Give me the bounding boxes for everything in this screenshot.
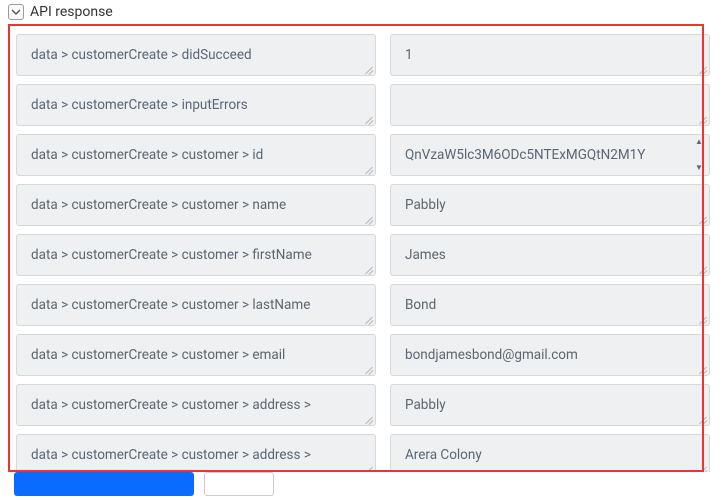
response-value[interactable]: Pabbly	[390, 384, 710, 426]
response-key[interactable]: data > customerCreate > customer > email	[16, 334, 376, 376]
response-row: data > customerCreate > customer > addre…	[12, 430, 718, 472]
secondary-action-button[interactable]	[204, 472, 274, 496]
response-key[interactable]: data > customerCreate > customer > first…	[16, 234, 376, 276]
resize-handle-icon[interactable]	[698, 265, 707, 274]
response-row: data > customerCreate > customer > lastN…	[12, 280, 718, 330]
response-value[interactable]	[390, 84, 710, 126]
response-value[interactable]: 1	[390, 34, 710, 76]
response-scroll[interactable]: data > customerCreate > didSucceed1data …	[8, 24, 718, 472]
action-bar	[14, 468, 274, 500]
response-row: data > customerCreate > customer > addre…	[12, 380, 718, 430]
response-key[interactable]: data > customerCreate > customer > addre…	[16, 384, 376, 426]
resize-handle-icon[interactable]	[364, 415, 373, 424]
resize-handle-icon[interactable]	[698, 465, 707, 472]
chevron-down-icon[interactable]: ▼	[692, 164, 706, 172]
response-value[interactable]: bondjamesbond@gmail.com	[390, 334, 710, 376]
response-row: data > customerCreate > customer > name P…	[12, 180, 718, 230]
section-title: API response	[30, 4, 113, 20]
resize-handle-icon[interactable]	[698, 115, 707, 124]
response-value[interactable]: Bond	[390, 284, 710, 326]
resize-handle-icon[interactable]	[698, 65, 707, 74]
response-row: data > customerCreate > customer > email…	[12, 330, 718, 380]
resize-handle-icon[interactable]	[364, 115, 373, 124]
resize-handle-icon[interactable]	[698, 215, 707, 224]
response-value[interactable]: James	[390, 234, 710, 276]
resize-handle-icon[interactable]	[364, 365, 373, 374]
chevron-up-icon[interactable]: ▲	[692, 138, 706, 146]
resize-handle-icon[interactable]	[364, 465, 373, 472]
response-key[interactable]: data > customerCreate > customer > id	[16, 134, 376, 176]
resize-handle-icon[interactable]	[364, 215, 373, 224]
resize-handle-icon[interactable]	[364, 65, 373, 74]
primary-action-button[interactable]	[14, 472, 194, 496]
response-key[interactable]: data > customerCreate > inputErrors	[16, 84, 376, 126]
resize-handle-icon[interactable]	[698, 315, 707, 324]
section-header: API response	[0, 0, 726, 24]
resize-handle-icon[interactable]	[364, 265, 373, 274]
response-row: data > customerCreate > didSucceed 1	[12, 30, 718, 80]
response-key[interactable]: data > customerCreate > didSucceed	[16, 34, 376, 76]
resize-handle-icon[interactable]	[698, 415, 707, 424]
response-row: data > customerCreate > customer > idQnV…	[12, 130, 718, 180]
value-stepper[interactable]: ▲▼	[692, 138, 706, 172]
chevron-down-icon	[11, 7, 21, 17]
resize-handle-icon[interactable]	[364, 315, 373, 324]
response-key[interactable]: data > customerCreate > customer > name	[16, 184, 376, 226]
response-value[interactable]: Pabbly	[390, 184, 710, 226]
response-row: data > customerCreate > customer > first…	[12, 230, 718, 280]
response-value[interactable]: QnVzaW5lc3M6ODc5NTExMGQtN2M1Y▲▼	[390, 134, 710, 176]
response-row: data > customerCreate > inputErrors	[12, 80, 718, 130]
resize-handle-icon[interactable]	[364, 165, 373, 174]
resize-handle-icon[interactable]	[698, 365, 707, 374]
response-key[interactable]: data > customerCreate > customer > lastN…	[16, 284, 376, 326]
response-panel: data > customerCreate > didSucceed1data …	[8, 24, 718, 472]
collapse-toggle[interactable]	[8, 4, 24, 20]
response-value[interactable]: Arera Colony	[390, 434, 710, 472]
response-key[interactable]: data > customerCreate > customer > addre…	[16, 434, 376, 472]
